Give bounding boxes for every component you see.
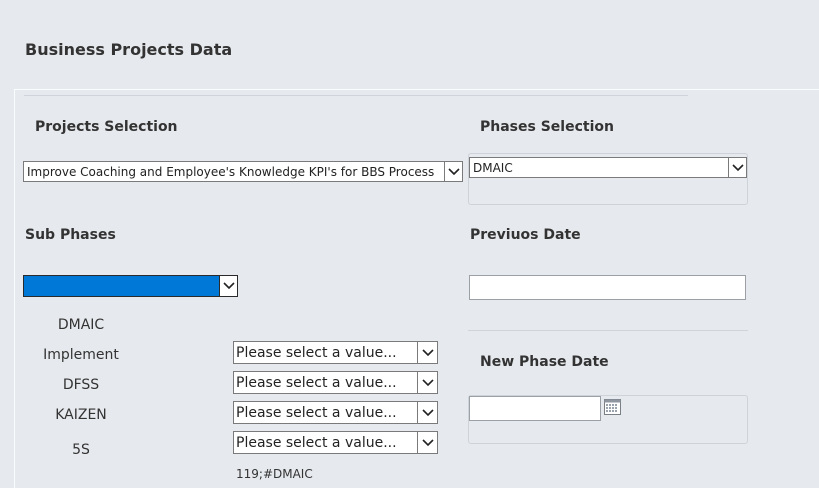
kaizen-select[interactable]: Please select a value... (233, 401, 438, 424)
chevron-down-icon[interactable] (417, 342, 437, 363)
projects-selection-dropdown[interactable]: Improve Coaching and Employee's Knowledg… (23, 161, 463, 182)
implement-select-value: Please select a value... (236, 344, 397, 361)
sub-phases-label: Sub Phases (25, 227, 116, 243)
panel-border-left (14, 89, 15, 488)
sub-phase-label-5s: 5S (72, 442, 90, 458)
chevron-down-icon[interactable] (417, 432, 437, 453)
dfss-select-value: Please select a value... (236, 374, 397, 391)
previous-date-input[interactable] (469, 275, 746, 300)
5s-select-value: Please select a value... (236, 434, 397, 451)
date-divider (468, 330, 748, 331)
5s-select[interactable]: Please select a value... (233, 431, 438, 454)
phases-selection-label: Phases Selection (480, 119, 614, 135)
sub-phase-label-dmaic: DMAIC (57, 317, 105, 333)
sub-phase-label-implement: Implement (43, 347, 119, 363)
implement-select[interactable]: Please select a value... (233, 341, 438, 364)
phases-selection-value: DMAIC (473, 160, 513, 175)
chevron-down-icon[interactable] (417, 372, 437, 393)
sub-phase-id-value: 119;#DMAIC (236, 467, 313, 481)
previous-date-label: Previuos Date (470, 227, 581, 243)
sub-phase-label-dfss: DFSS (62, 377, 100, 393)
chevron-down-icon[interactable] (444, 162, 462, 181)
new-phase-date-label: New Phase Date (480, 354, 609, 370)
chevron-down-icon[interactable] (728, 158, 746, 177)
chevron-down-icon[interactable] (219, 276, 237, 296)
panel-border-top (14, 89, 819, 90)
kaizen-select-value: Please select a value... (236, 404, 397, 421)
sub-phase-label-kaizen: KAIZEN (55, 407, 107, 423)
phases-selection-dropdown[interactable]: DMAIC (469, 157, 747, 178)
chevron-down-icon[interactable] (417, 402, 437, 423)
dfss-select[interactable]: Please select a value... (233, 371, 438, 394)
page-title: Business Projects Data (25, 40, 233, 59)
projects-selection-label: Projects Selection (35, 119, 178, 135)
calendar-icon[interactable] (604, 399, 621, 415)
panel-divider (24, 95, 688, 96)
new-phase-date-input[interactable] (469, 396, 601, 421)
sub-phases-dropdown[interactable] (23, 275, 238, 297)
projects-selection-value: Improve Coaching and Employee's Knowledg… (27, 164, 435, 179)
